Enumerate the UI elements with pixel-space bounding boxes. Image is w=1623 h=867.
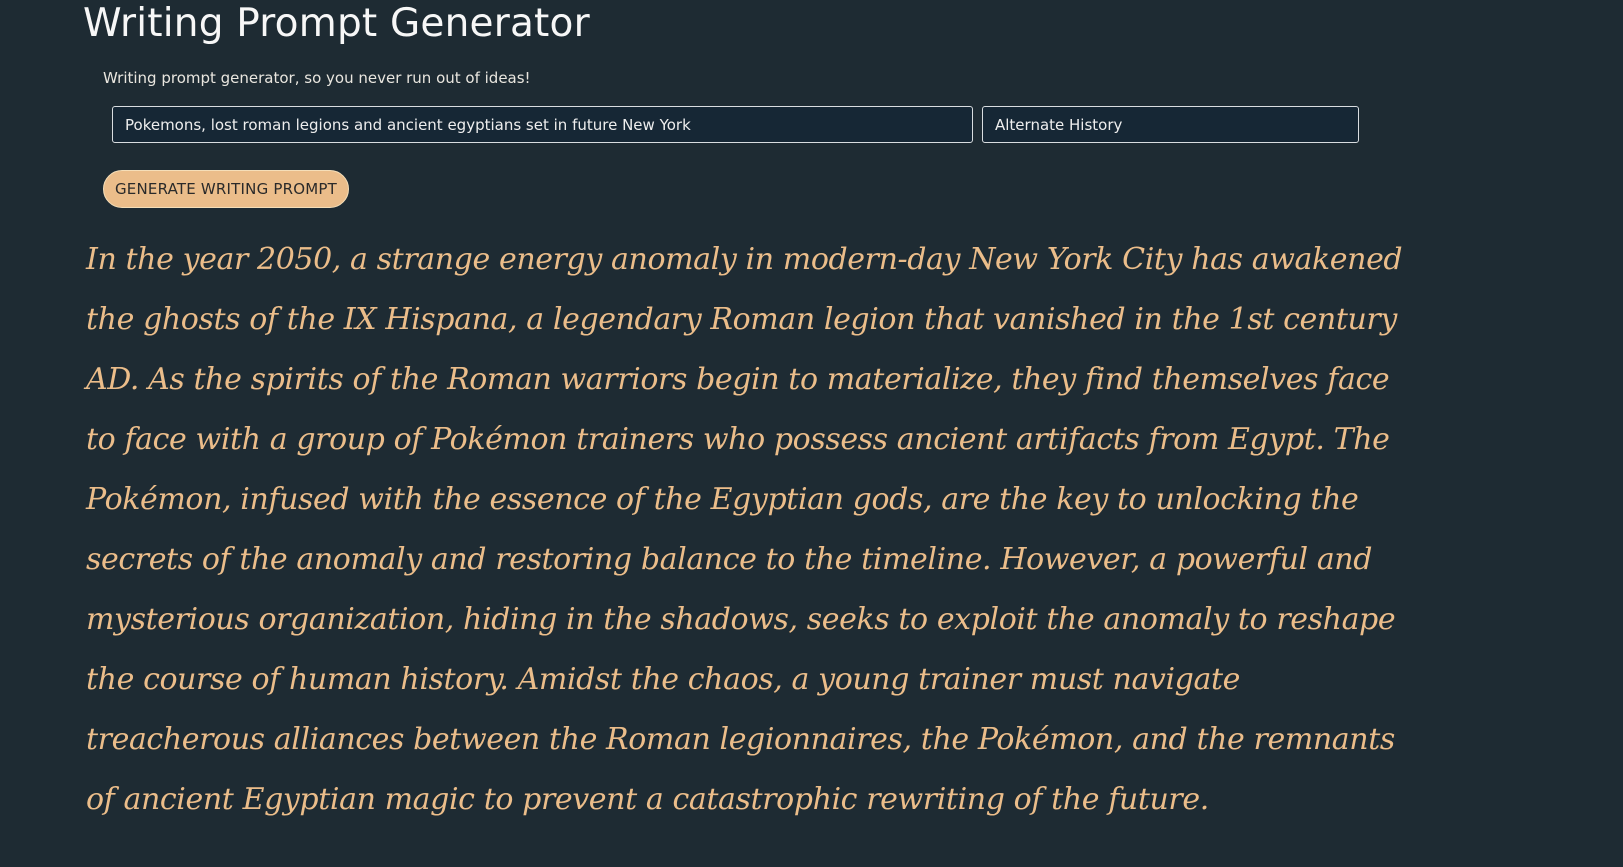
generate-prompt-button[interactable]: GENERATE WRITING PROMPT (103, 170, 349, 208)
topic-input[interactable] (112, 106, 973, 143)
genre-input[interactable] (982, 106, 1359, 143)
page-title: Writing Prompt Generator (83, 1, 590, 46)
page-subtitle: Writing prompt generator, so you never r… (103, 69, 531, 87)
generated-prompt-text: In the year 2050, a strange energy anoma… (86, 242, 1403, 817)
